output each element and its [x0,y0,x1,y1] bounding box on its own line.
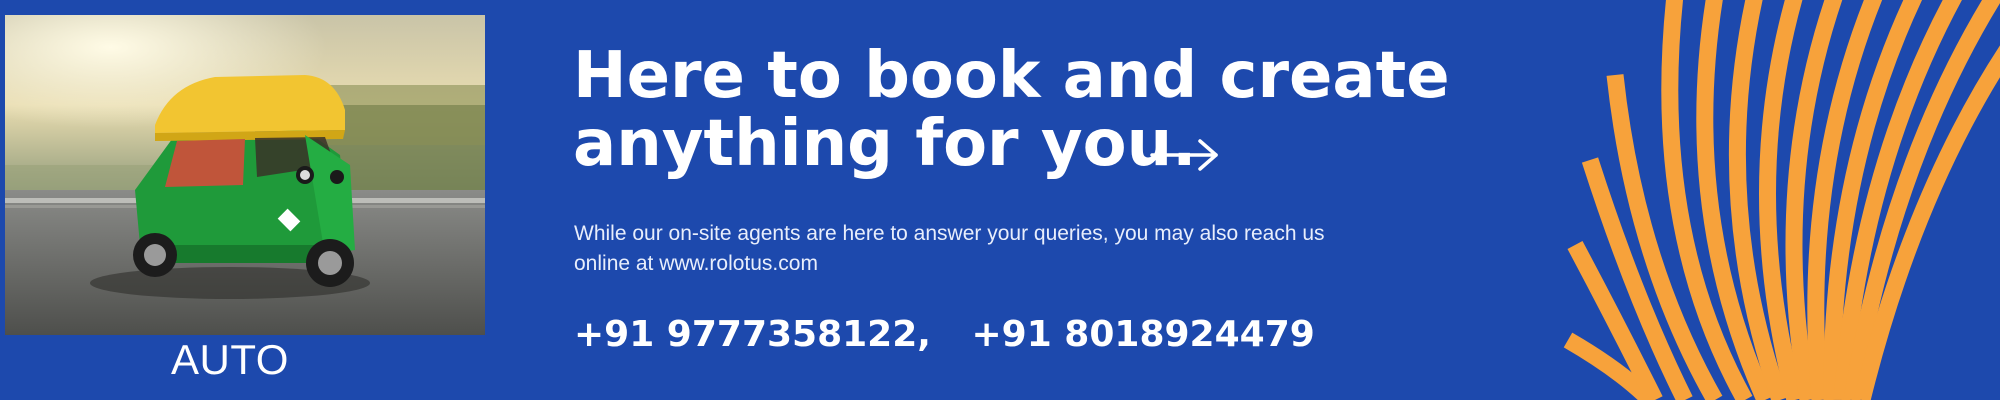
auto-rickshaw-photo [5,15,485,335]
banner: AUTO Here to book and create anything fo… [0,0,2000,400]
headline-line-1: Here to book and create [573,39,1450,113]
arrow-right-icon [1150,139,1218,171]
photo-caption: AUTO [171,336,289,383]
phone-numbers: +91 9777358122, +91 8018924479 [574,314,1315,355]
orange-swirl-lines [1563,0,2000,400]
phone-number-2: +91 8018924479 [971,314,1315,355]
contact-description: While our on-site agents are here to ans… [574,222,1325,275]
phone-number-1: +91 9777358122, [574,314,931,355]
